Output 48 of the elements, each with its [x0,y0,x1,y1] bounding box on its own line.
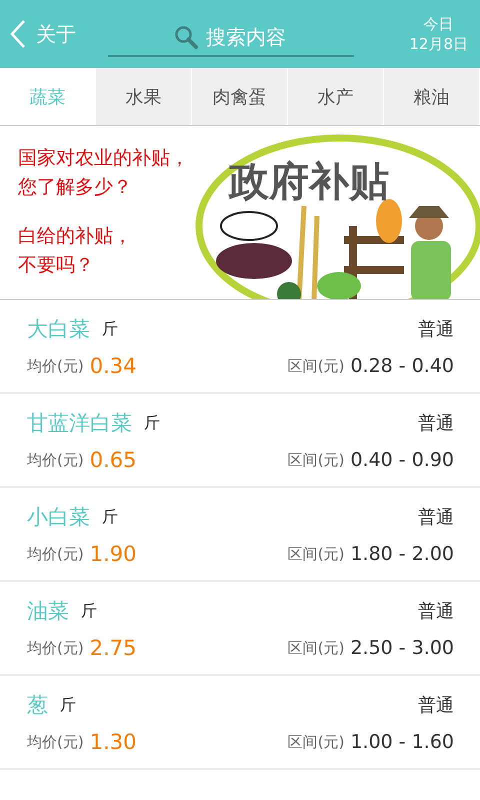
search-icon [174,25,198,49]
product-name: 甘蓝洋白菜 [27,410,132,437]
product-name: 油菜 [27,598,69,625]
product-name: 小白菜 [27,504,90,531]
price-range-label: 区间(元) [288,544,344,564]
date-value: 12月8日 [409,34,468,54]
date-label: 今日 [424,14,454,34]
unit-label: 斤 [60,694,76,716]
price-list-item[interactable]: 油菜 斤 普通 均价(元) 2.75 区间(元) 2.50 - 3.00 [0,582,480,676]
grade-label: 普通 [418,600,454,623]
price-range: 1.00 - 1.60 [350,731,454,753]
grade-label: 普通 [418,506,454,529]
grade-label: 普通 [418,412,454,435]
product-name: 大白菜 [27,316,90,343]
unit-label: 斤 [144,412,160,434]
average-price: 0.34 [90,354,136,378]
average-price: 1.90 [90,542,136,566]
price-list-item[interactable]: 大白菜 斤 普通 均价(元) 0.34 区间(元) 0.28 - 0.40 [0,300,480,394]
price-range: 1.80 - 2.00 [350,543,454,565]
grade-label: 普通 [418,318,454,341]
average-price: 1.30 [90,730,136,754]
unit-label: 斤 [81,600,97,622]
banner-question: 国家对农业的补贴， 您了解多少？ [18,146,189,200]
price-range: 0.40 - 0.90 [350,449,454,471]
price-list-item[interactable]: 甘蓝洋白菜 斤 普通 均价(元) 0.65 区间(元) 0.40 - 0.90 [0,394,480,488]
price-range-label: 区间(元) [288,356,344,376]
price-range: 2.50 - 3.00 [350,637,454,659]
banner-ad[interactable]: 国家对农业的补贴， 您了解多少？ 白给的补贴， 不要吗？ 政府补贴 [0,125,480,300]
product-name: 葱 [27,692,48,719]
average-price: 0.65 [90,448,136,472]
price-range: 0.28 - 0.40 [350,355,454,377]
average-price-label: 均价(元) [27,356,84,376]
price-list-item[interactable]: 小白菜 斤 普通 均价(元) 1.90 区间(元) 1.80 - 2.00 [0,488,480,582]
average-price-label: 均价(元) [27,638,84,658]
price-range-label: 区间(元) [288,732,344,752]
price-list-item[interactable]: 葱 斤 普通 均价(元) 1.30 区间(元) 1.00 - 1.60 [0,676,480,770]
price-range-label: 区间(元) [288,450,344,470]
price-range-label: 区间(元) [288,638,344,658]
grade-label: 普通 [418,694,454,717]
average-price-label: 均价(元) [27,544,84,564]
banner-question: 白给的补贴， 不要吗？ [18,224,133,278]
banner-artwork-title: 政府补贴 [229,157,389,207]
back-chevron-icon [10,19,26,49]
average-price-label: 均价(元) [27,732,84,752]
unit-label: 斤 [102,506,118,528]
unit-label: 斤 [102,318,118,340]
average-price-label: 均价(元) [27,450,84,470]
average-price: 2.75 [90,636,136,660]
